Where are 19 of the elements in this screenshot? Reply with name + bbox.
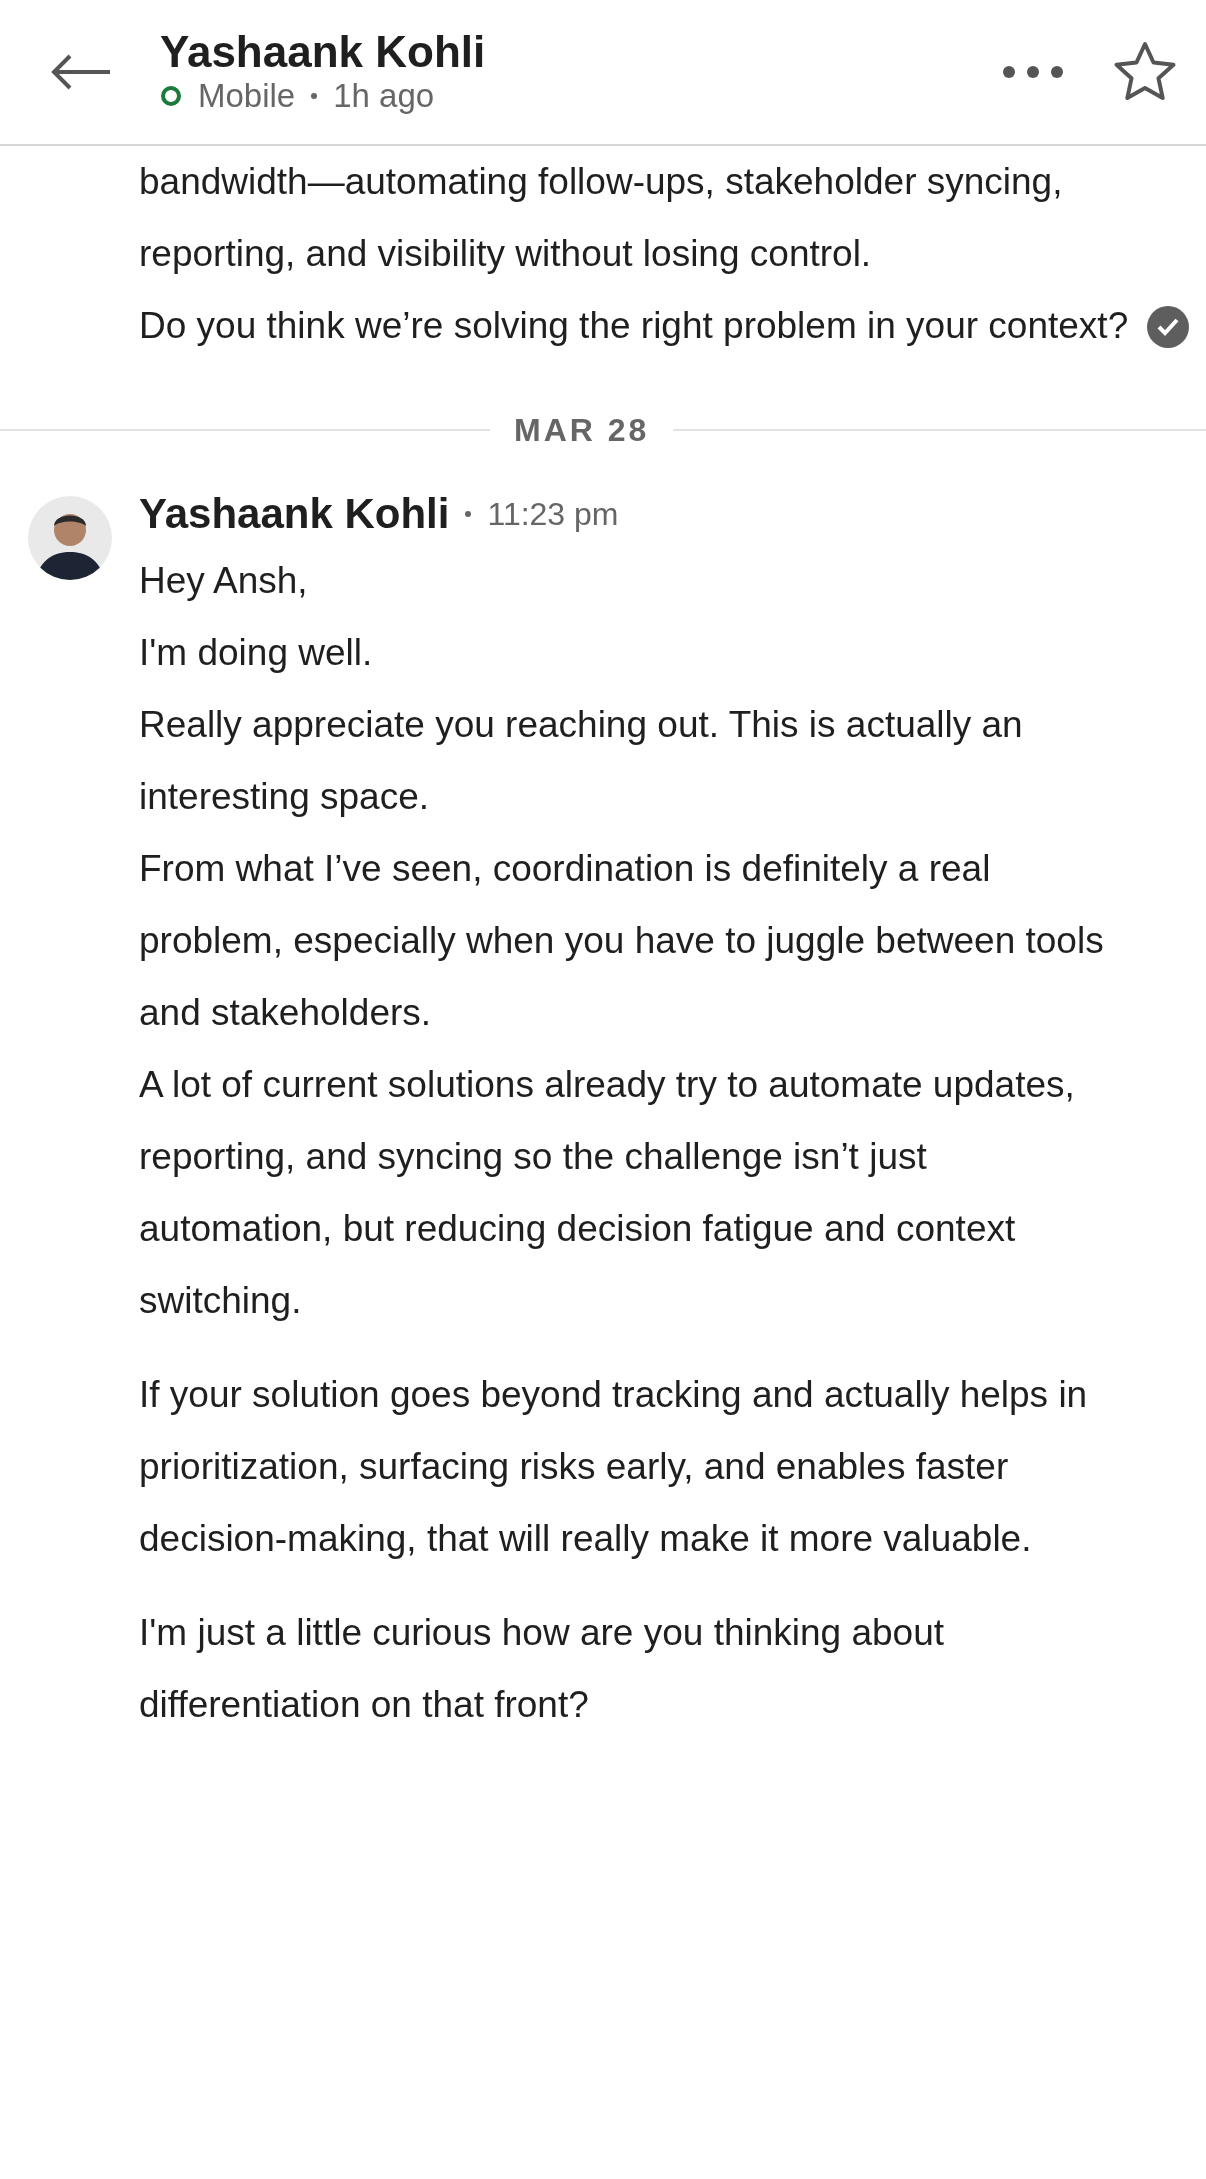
message-text: Really appreciate you reaching out. This is actually an interesting space. xyxy=(139,703,1024,819)
message-text: Hey Ansh, xyxy=(139,559,309,603)
last-active-time: 1h ago xyxy=(333,76,435,116)
message-text: A lot of current solutions already try to automate updates, reporting, and syncing so the challenge isn’t just automation, but reducing decision fatigue and context switching. xyxy=(139,1063,1076,1323)
message-text: bandwidth—automating follow-ups, stakeholder syncing, reporting, and visibility without losing control. xyxy=(139,160,1064,276)
message-text: From what I’ve seen, coordination is definitely a real problem, especially when you have to juggle between tools and stakeholders. xyxy=(139,847,1105,1035)
presence-icon xyxy=(160,85,182,108)
message-text: I'm doing well. xyxy=(139,631,374,675)
separator-dot-icon xyxy=(465,510,472,517)
date-divider: MAR 28 xyxy=(514,411,650,450)
message-text: I'm just a little curious how are you thinking about differentiation on that front? xyxy=(139,1611,946,1727)
message-text: If your solution goes beyond tracking and actually helps in prioritization, surfacing risks early, and enables faster decision-making, that will really make it more valuable. xyxy=(139,1373,1089,1561)
contact-name[interactable]: Yashaank Kohli xyxy=(160,28,1002,77)
sender-name[interactable]: Yashaank Kohli xyxy=(139,482,450,545)
presence-status: Mobile xyxy=(198,76,296,116)
message-text: Do you think we’re solving the right problem in your context? xyxy=(139,304,1129,348)
separator-dot-icon xyxy=(311,93,318,100)
more-options-icon[interactable] xyxy=(1002,65,1064,79)
message-time: 11:23 pm xyxy=(487,494,619,534)
